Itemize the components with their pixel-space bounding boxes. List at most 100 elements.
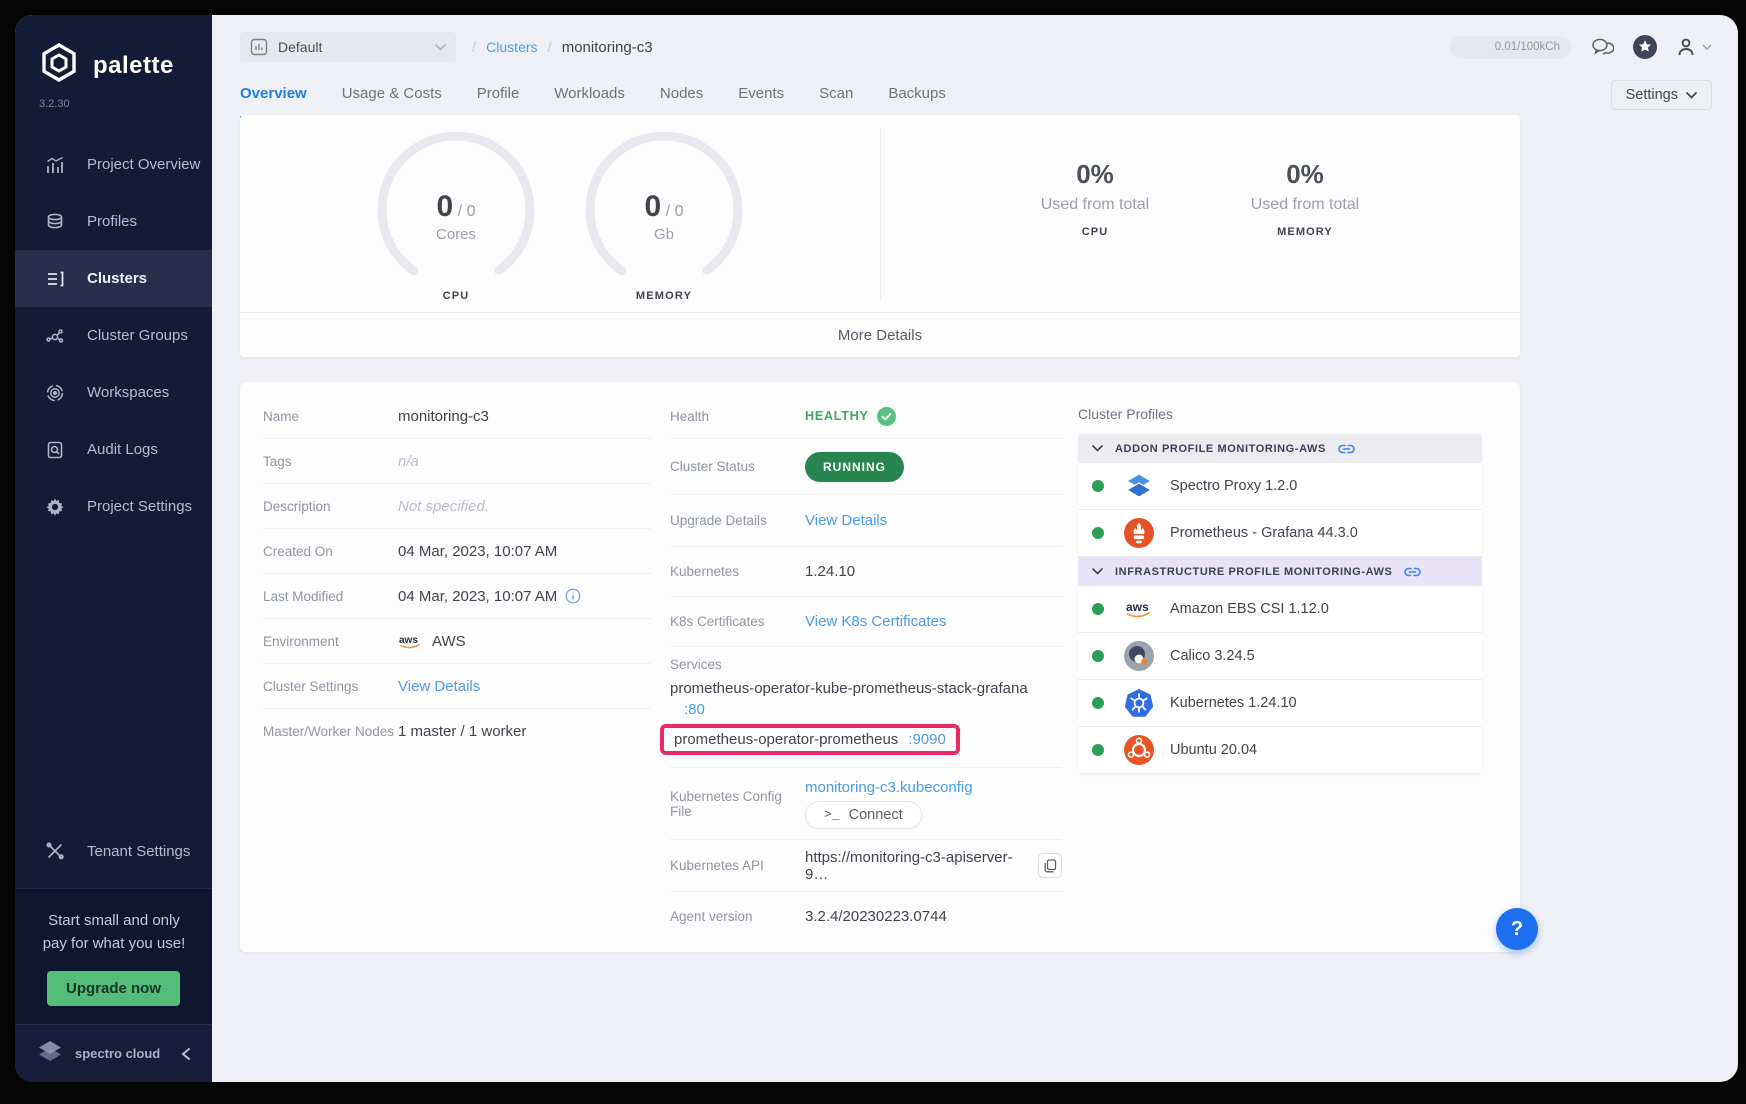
profile-pack-ubuntu[interactable]: Ubuntu 20.04 — [1078, 727, 1482, 774]
spectro-proxy-icon — [1124, 471, 1154, 501]
sidebar: palette 3.2.30 Project Overview Profiles… — [15, 15, 212, 1082]
terminal-prompt-icon: >_ — [824, 807, 840, 822]
check-circle-icon — [877, 407, 896, 426]
memory-total-percent: 0% Used from total MEMORY — [1205, 159, 1405, 238]
more-details-button[interactable]: More Details — [240, 312, 1520, 357]
link-icon[interactable] — [1404, 566, 1421, 578]
profile-pack-amazon-ebs-csi[interactable]: aws Amazon EBS CSI 1.12.0 — [1078, 586, 1482, 633]
aws-logo-icon: aws — [398, 633, 424, 650]
whats-new-button[interactable] — [1632, 34, 1658, 60]
cluster-name-value: monitoring-c3 — [398, 408, 489, 425]
gear-icon — [45, 497, 65, 517]
sidebar-item-clusters[interactable]: Clusters — [15, 250, 212, 307]
environment-value: aws AWS — [398, 633, 466, 650]
chat-bubbles-icon — [1590, 36, 1614, 58]
feedback-chat-button[interactable] — [1590, 36, 1614, 58]
tab-overview[interactable]: Overview — [240, 85, 307, 119]
infrastructure-profile-header[interactable]: INFRASTRUCTURE PROFILE MONITORING-AWS — [1078, 557, 1482, 586]
sidebar-collapse-button[interactable] — [180, 1047, 192, 1061]
sidebar-item-workspaces[interactable]: Workspaces — [15, 364, 212, 421]
app-version: 3.2.30 — [15, 96, 212, 136]
chevron-down-icon — [435, 44, 446, 51]
bar-chart-icon — [45, 155, 65, 175]
cpu-gauge: 0 / 0 Cores CPU — [361, 132, 551, 302]
profile-pack-calico[interactable]: Calico 3.24.5 — [1078, 633, 1482, 680]
cpu-percent-value: 0% — [995, 159, 1195, 190]
sidebar-footer: spectro cloud — [15, 1024, 212, 1082]
sidebar-item-profiles[interactable]: Profiles — [15, 193, 212, 250]
breadcrumb-clusters-link[interactable]: Clusters — [486, 39, 537, 55]
memory-unit: Gb — [569, 226, 759, 243]
status-dot — [1092, 650, 1104, 662]
cpu-gauge-label: CPU — [361, 290, 551, 302]
breadcrumb: / Clusters / monitoring-c3 — [472, 39, 653, 56]
chevron-left-icon — [180, 1047, 192, 1061]
status-dot — [1092, 744, 1104, 756]
service-prometheus-port-link[interactable]: :9090 — [908, 731, 946, 748]
svg-text:aws: aws — [1126, 600, 1149, 614]
kubeconfig-download-link[interactable]: monitoring-c3.kubeconfig — [805, 779, 973, 796]
sidebar-item-project-overview[interactable]: Project Overview — [15, 136, 212, 193]
tab-usage-costs[interactable]: Usage & Costs — [342, 85, 442, 119]
service-grafana-port-link[interactable]: :80 — [684, 701, 705, 718]
created-on-value: 04 Mar, 2023, 10:07 AM — [398, 543, 557, 560]
tab-nodes[interactable]: Nodes — [660, 85, 703, 119]
profile-pack-spectro-proxy[interactable]: Spectro Proxy 1.2.0 — [1078, 463, 1482, 510]
project-selector-dropdown[interactable]: Default — [240, 32, 456, 62]
tools-icon — [45, 841, 65, 861]
help-button[interactable]: ? — [1496, 908, 1538, 950]
upgrade-view-details-link[interactable]: View Details — [805, 512, 887, 529]
sidebar-spacer — [15, 535, 212, 823]
sidebar-item-cluster-groups[interactable]: Cluster Groups — [15, 307, 212, 364]
status-row-kubernetes: Kubernetes 1.24.10 — [670, 547, 1062, 597]
cpu-percent-label: CPU — [995, 226, 1195, 238]
memory-percent-label: MEMORY — [1205, 226, 1405, 238]
tab-events[interactable]: Events — [738, 85, 784, 119]
document-search-icon — [45, 440, 65, 460]
user-icon — [1676, 37, 1696, 57]
calico-icon — [1124, 641, 1154, 671]
settings-dropdown-button[interactable]: Settings — [1611, 80, 1712, 110]
last-modified-value: 04 Mar, 2023, 10:07 AM — [398, 588, 581, 605]
sidebar-item-label: Profiles — [87, 213, 137, 230]
profile-pack-kubernetes[interactable]: Kubernetes 1.24.10 — [1078, 680, 1482, 727]
view-k8s-certificates-link[interactable]: View K8s Certificates — [805, 613, 946, 630]
info-icon[interactable] — [565, 588, 581, 604]
status-dot — [1092, 603, 1104, 615]
memory-gauge-label: MEMORY — [569, 290, 759, 302]
svg-text:aws: aws — [399, 635, 418, 646]
spectro-cloud-logo-icon — [37, 1039, 63, 1068]
sidebar-item-tenant-settings[interactable]: Tenant Settings — [15, 823, 212, 880]
star-badge-icon — [1632, 34, 1658, 60]
link-icon[interactable] — [1338, 443, 1355, 455]
aws-logo-icon: aws — [1124, 594, 1154, 624]
chevron-down-icon — [1702, 44, 1712, 50]
status-row-kubeconfig: Kubernetes Config File monitoring-c3.kub… — [670, 768, 1062, 840]
tab-scan[interactable]: Scan — [819, 85, 853, 119]
sidebar-item-audit-logs[interactable]: Audit Logs — [15, 421, 212, 478]
tab-profile[interactable]: Profile — [477, 85, 520, 119]
tab-backups[interactable]: Backups — [888, 85, 946, 119]
user-menu-button[interactable] — [1676, 37, 1712, 57]
connect-button[interactable]: >_ Connect — [805, 801, 922, 829]
sidebar-item-project-settings[interactable]: Project Settings — [15, 478, 212, 535]
addon-profile-header[interactable]: ADDON PROFILE MONITORING-AWS — [1078, 434, 1482, 463]
copy-api-url-button[interactable] — [1038, 853, 1062, 878]
tab-workloads[interactable]: Workloads — [554, 85, 625, 119]
cluster-profiles-panel: Cluster Profiles ADDON PROFILE MONITORIN… — [1078, 406, 1482, 774]
sidebar-item-label: Cluster Groups — [87, 327, 188, 344]
upgrade-now-button[interactable]: Upgrade now — [47, 971, 180, 1006]
sidebar-item-label: Clusters — [87, 270, 147, 287]
services-block: Services prometheus-operator-kube-promet… — [670, 647, 1062, 768]
cpu-percent-caption: Used from total — [995, 196, 1195, 214]
sidebar-item-label: Project Settings — [87, 498, 192, 515]
profile-pack-prometheus-grafana[interactable]: Prometheus - Grafana 44.3.0 — [1078, 510, 1482, 557]
project-selector-value: Default — [278, 39, 425, 55]
topbar-actions: 0.01/100kCh — [1450, 34, 1712, 60]
detail-row-last-modified: Last Modified 04 Mar, 2023, 10:07 AM — [263, 574, 651, 619]
detail-row-name: Name monitoring-c3 — [263, 394, 651, 439]
status-row-agent: Agent version 3.2.4/20230223.0744 — [670, 892, 1062, 940]
project-scope-icon — [250, 38, 268, 56]
sidebar-item-label: Project Overview — [87, 156, 200, 173]
cluster-settings-view-details-link[interactable]: View Details — [398, 678, 480, 695]
